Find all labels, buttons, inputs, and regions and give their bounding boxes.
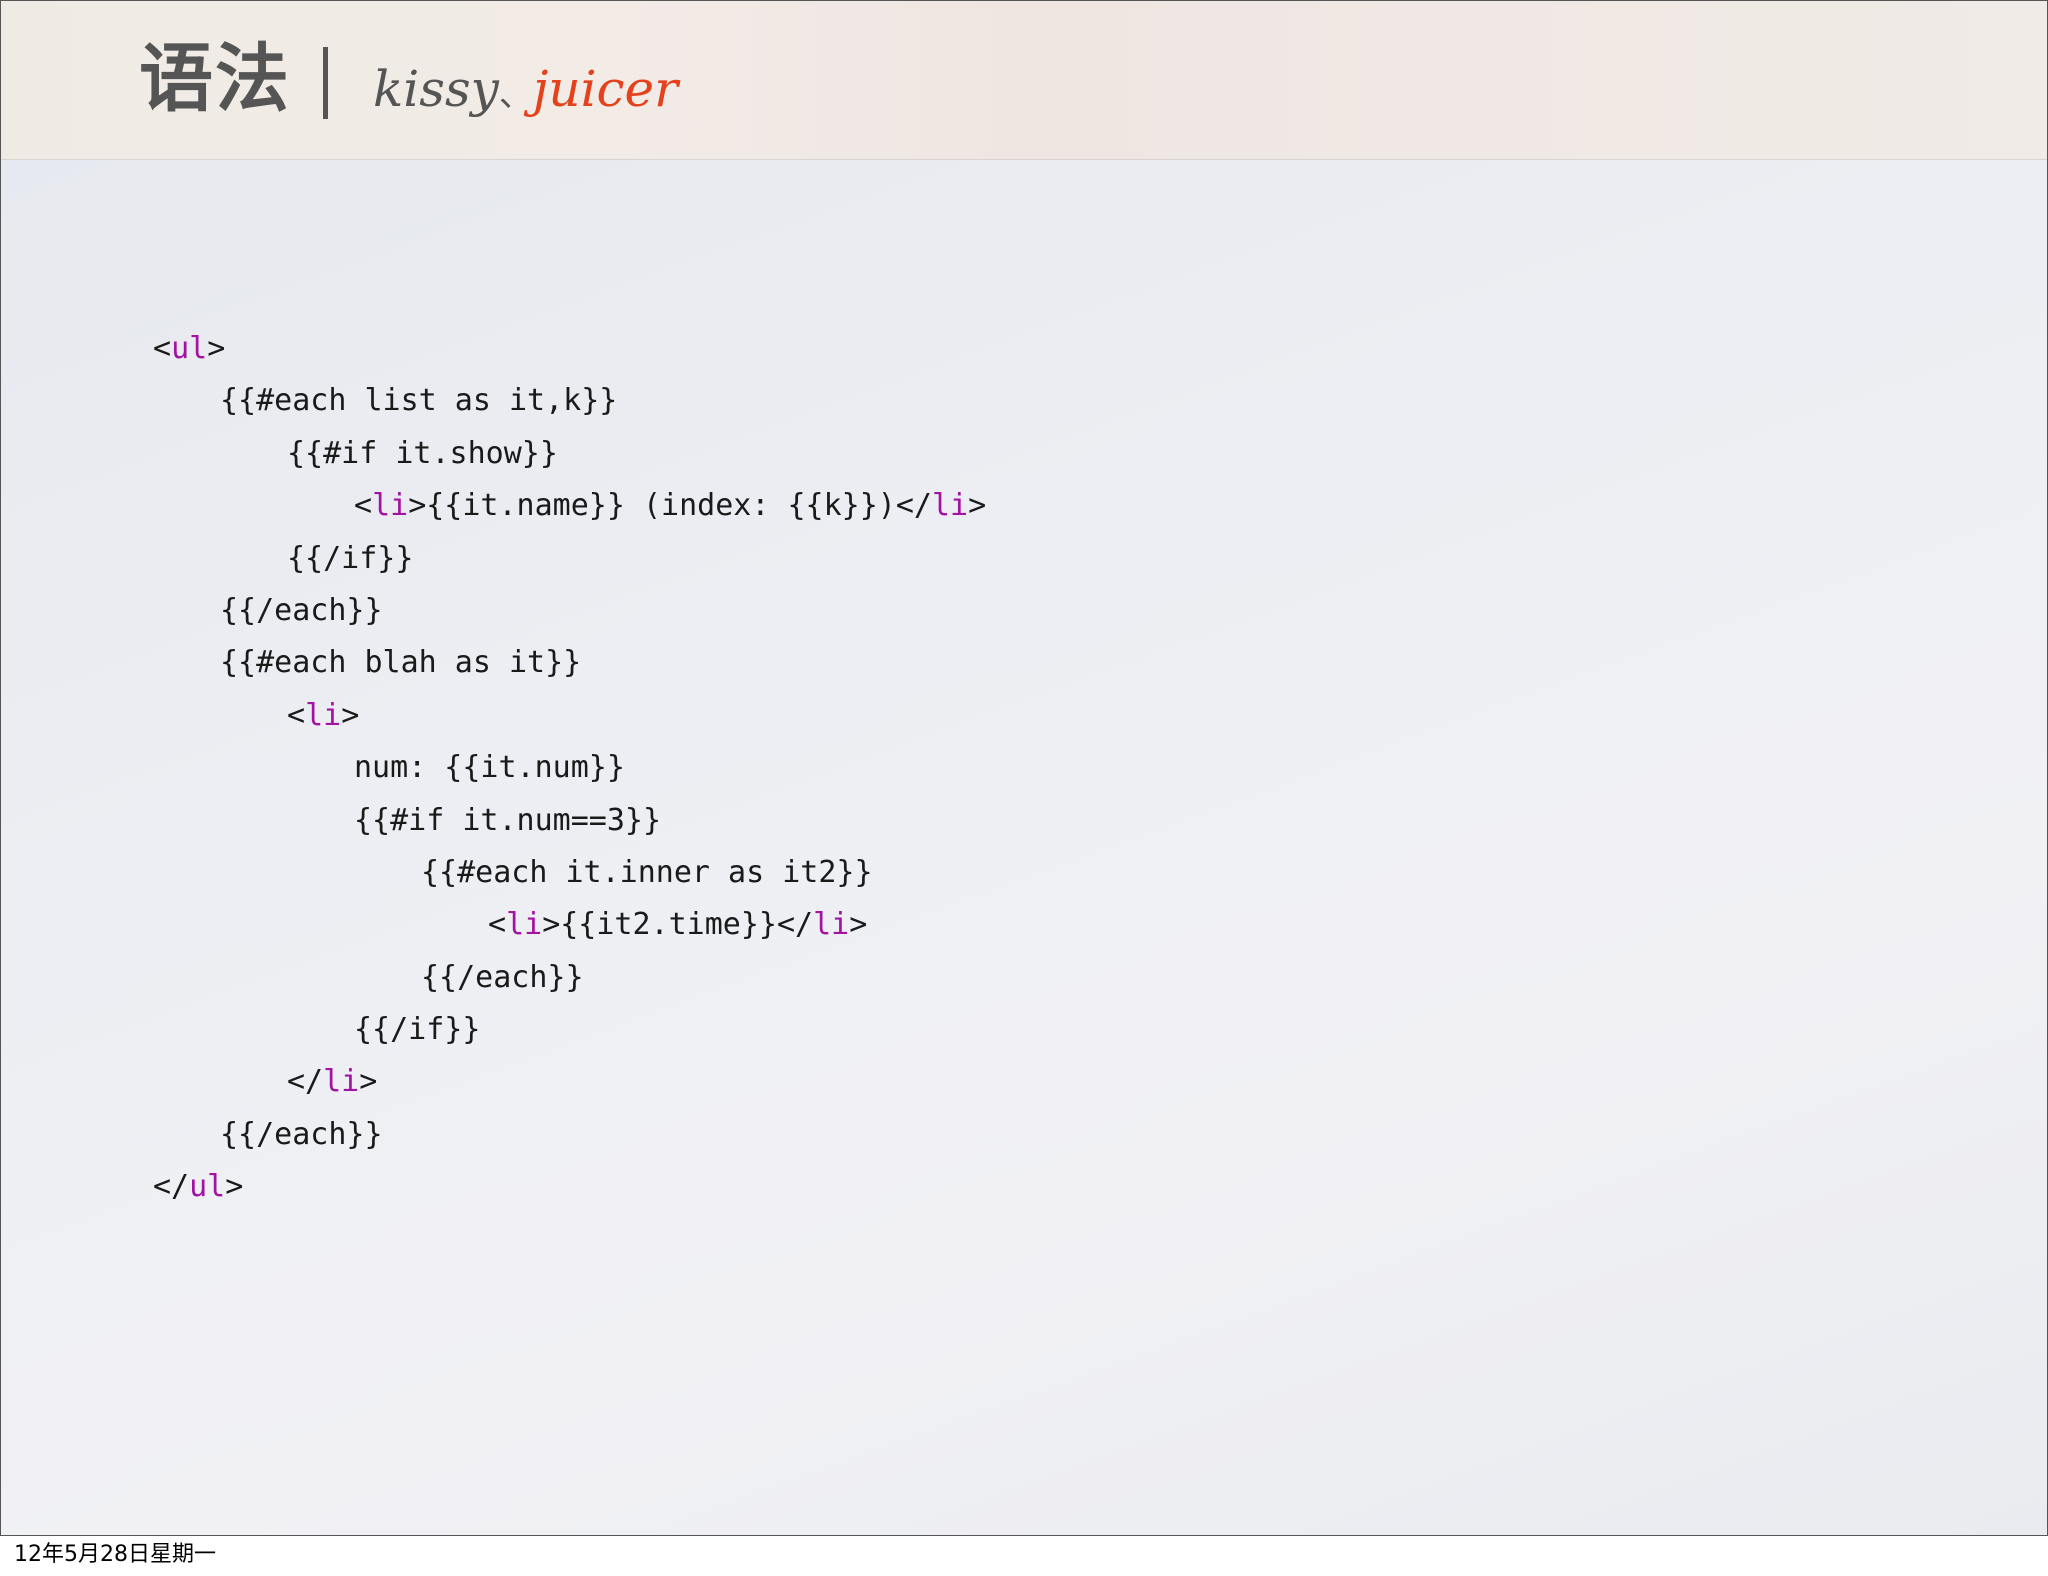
code-line: {{/if}} <box>153 533 986 585</box>
code-line: </ul> <box>153 1161 986 1213</box>
code-text: {{#each it.inner as it2}} <box>421 854 873 890</box>
code-text: >{{it2.time}}</ <box>542 907 814 943</box>
code-text: > <box>225 1169 244 1205</box>
code-line: {{#each blah as it}} <box>153 637 986 689</box>
code-line: {{/each}} <box>153 952 986 1004</box>
code-text: {{#if it.show}} <box>287 435 558 471</box>
code-text: > <box>341 697 360 733</box>
code-line: <li>{{it2.time}}</li> <box>153 899 986 951</box>
subtitle-separator: 、 <box>498 75 533 115</box>
title-divider <box>323 47 328 119</box>
code-text: >{{it.name}} (index: {{k}})</ <box>408 488 932 524</box>
code-tag-name: li <box>813 907 850 943</box>
code-tag-name: ul <box>189 1169 226 1205</box>
footer-date: 12年5月28日星期一 <box>14 1542 216 1567</box>
code-text: < <box>287 697 306 733</box>
code-line: num: {{it.num}} <box>153 742 986 794</box>
code-text: {{#each blah as it}} <box>220 645 582 681</box>
code-text: < <box>354 488 373 524</box>
code-line: {{#each list as it,k}} <box>153 375 986 427</box>
slide: 语法 kissy、juicer <ul> {{#each list as it,k… <box>0 0 2048 1536</box>
code-text: < <box>153 331 172 366</box>
code-tag-name: ul <box>171 331 208 366</box>
code-text: {{/each}} <box>220 1116 383 1152</box>
code-text: > <box>968 488 987 524</box>
code-text: > <box>849 907 868 943</box>
code-line: <ul> <box>153 323 986 375</box>
code-line: {{#each it.inner as it2}} <box>153 847 986 899</box>
code-line: <li>{{it.name}} (index: {{k}})</li> <box>153 480 986 532</box>
code-block: <ul> {{#each list as it,k}} {{#if it.show}… <box>153 323 986 1214</box>
code-line: {{/if}} <box>153 1004 986 1056</box>
code-line: </li> <box>153 1056 986 1108</box>
code-line: <li> <box>153 690 986 742</box>
subtitle-kissy: kissy <box>373 60 499 118</box>
code-text: </ <box>287 1064 324 1100</box>
code-tag-name: li <box>323 1064 360 1100</box>
slide-header: 语法 kissy、juicer <box>1 1 2047 160</box>
code-text: {{/each}} <box>421 959 584 995</box>
code-tag-name: li <box>506 907 543 943</box>
code-line: {{/each}} <box>153 585 986 637</box>
code-text: {{/each}} <box>220 592 383 628</box>
code-tag-name: li <box>372 488 409 524</box>
code-line: {{#if it.show}} <box>153 428 986 480</box>
code-text: {{#if it.num==3}} <box>354 802 662 838</box>
code-text: num: {{it.num}} <box>354 750 625 786</box>
code-text: < <box>488 907 507 943</box>
code-tag-name: li <box>305 697 342 733</box>
subtitle-juicer: juicer <box>532 60 679 118</box>
code-text: > <box>359 1064 378 1100</box>
code-text: {{#each list as it,k}} <box>220 383 618 419</box>
page-subtitle: kissy、juicer <box>373 49 678 135</box>
code-text: > <box>207 331 226 366</box>
page-title: 语法 <box>139 36 291 122</box>
code-text: {{/if}} <box>354 1012 481 1048</box>
code-tag-name: li <box>931 488 969 524</box>
code-line: {{#if it.num==3}} <box>153 795 986 847</box>
code-line: {{/each}} <box>153 1109 986 1161</box>
code-text: {{/if}} <box>287 540 414 576</box>
code-text: </ <box>153 1169 190 1205</box>
